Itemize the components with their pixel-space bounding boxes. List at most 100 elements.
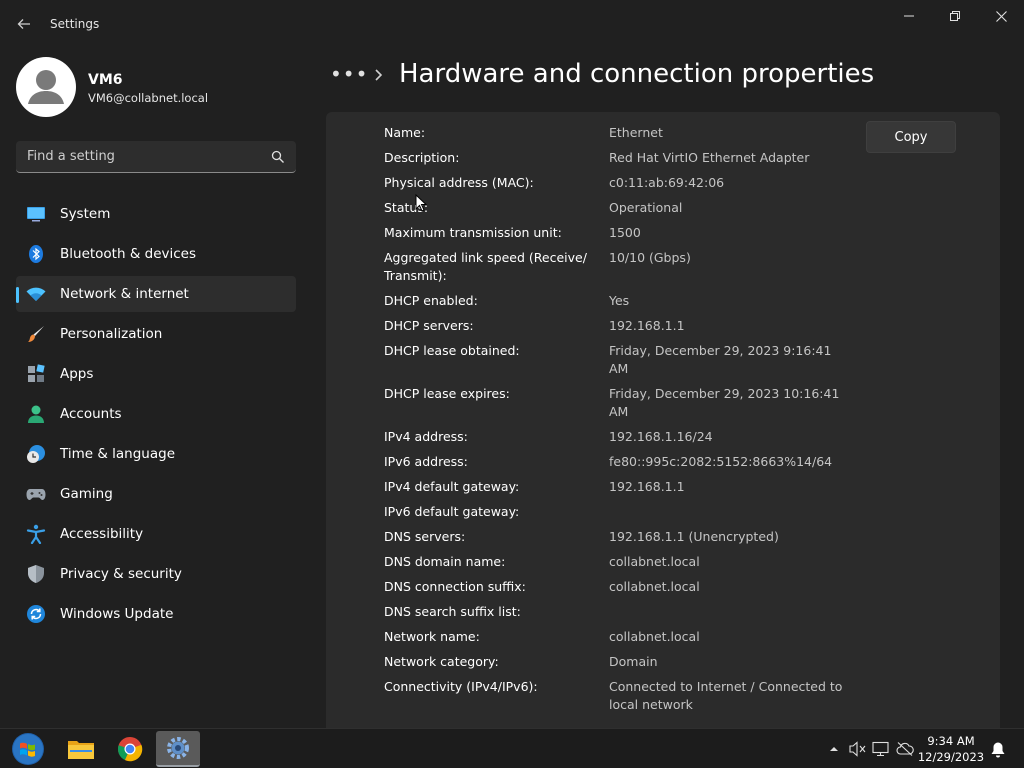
- property-value: 192.168.1.1: [609, 479, 685, 494]
- property-row: Network category: Domain: [384, 653, 854, 671]
- property-key: Connectivity (IPv4/IPv6):: [384, 679, 538, 694]
- active-indicator: [16, 287, 19, 303]
- chevron-up-icon: [830, 747, 838, 751]
- search-icon[interactable]: [270, 149, 286, 165]
- bluetooth-icon: [29, 245, 43, 263]
- sidebar-item-apps[interactable]: Apps: [16, 356, 296, 392]
- sidebar-item-personalization[interactable]: Personalization: [16, 316, 296, 352]
- sidebar-item-bluetooth[interactable]: Bluetooth & devices: [16, 236, 296, 272]
- close-icon: [995, 10, 1007, 22]
- property-row: Status: Operational: [384, 199, 854, 217]
- user-silhouette-icon: [28, 70, 64, 104]
- sidebar-item-gaming[interactable]: Gaming: [16, 476, 296, 512]
- property-value: Domain: [609, 654, 658, 669]
- title-bar: Settings: [0, 0, 1024, 48]
- property-value: 192.168.1.1 (Unencrypted): [609, 529, 779, 544]
- property-key: DNS connection suffix:: [384, 579, 526, 594]
- sidebar-item-time-language[interactable]: Time & language: [16, 436, 296, 472]
- property-value: Yes: [609, 293, 630, 308]
- property-value: 192.168.1.1: [609, 318, 685, 333]
- start-button[interactable]: [6, 731, 50, 767]
- user-name: VM6: [88, 72, 123, 88]
- property-row: IPv6 default gateway:: [384, 503, 854, 521]
- close-button[interactable]: [978, 0, 1024, 32]
- sidebar-item-label: Network & internet: [60, 286, 189, 302]
- user-email: VM6@collabnet.local: [88, 91, 209, 105]
- clock-globe-icon: [27, 445, 45, 463]
- property-value: 1500: [609, 225, 641, 240]
- property-key: DNS servers:: [384, 529, 466, 544]
- sidebar-item-label: Personalization: [60, 326, 163, 342]
- restore-icon: [950, 11, 960, 21]
- property-value: Operational: [609, 200, 683, 215]
- settings-taskbar-button[interactable]: [156, 731, 200, 767]
- property-key: IPv6 default gateway:: [384, 504, 520, 519]
- property-key: DNS search suffix list:: [384, 604, 521, 619]
- settings-icon: [167, 737, 189, 759]
- property-value: fe80::995c:2082:5152:8663%14/64: [609, 454, 833, 469]
- property-value: collabnet.local: [609, 554, 700, 569]
- chrome-button[interactable]: [108, 731, 152, 767]
- volume-muted-icon: [849, 741, 866, 757]
- property-value: collabnet.local: [609, 629, 700, 644]
- avatar[interactable]: [16, 57, 76, 117]
- property-value: collabnet.local: [609, 579, 700, 594]
- minimize-button[interactable]: [886, 0, 932, 32]
- tray-overflow-button[interactable]: [825, 740, 843, 758]
- copy-button[interactable]: Copy: [866, 121, 956, 153]
- property-row: DHCP enabled: Yes: [384, 292, 854, 310]
- property-key: Name:: [384, 125, 426, 140]
- property-row: IPv6 address: fe80::995c:2082:5152:8663%1…: [384, 453, 854, 471]
- property-value: [609, 503, 849, 521]
- sidebar-nav: System Bluetooth & devices Network & int…: [16, 196, 296, 636]
- property-row: DHCP servers: 192.168.1.1: [384, 317, 854, 335]
- taskbar: 9:34 AM 12/29/2023: [0, 728, 1024, 768]
- sidebar-item-label: System: [60, 206, 111, 222]
- property-key: Maximum transmission unit:: [384, 225, 562, 240]
- property-value: Red Hat VirtIO Ethernet Adapter: [609, 150, 810, 165]
- back-button[interactable]: [10, 10, 38, 38]
- property-row: Connectivity (IPv4/IPv6): Connected to In…: [384, 678, 854, 714]
- search-input[interactable]: [16, 141, 261, 172]
- display-tray-button[interactable]: [872, 740, 890, 758]
- clock-time: 9:34 AM: [927, 734, 975, 748]
- property-row: Network name: collabnet.local: [384, 628, 854, 646]
- accessibility-icon: [26, 524, 46, 544]
- cloud-offline-icon: [896, 742, 914, 756]
- sidebar-item-network[interactable]: Network & internet: [16, 276, 296, 312]
- file-explorer-button[interactable]: [59, 731, 103, 767]
- sidebar-item-system[interactable]: System: [16, 196, 296, 232]
- property-key: DHCP enabled:: [384, 293, 478, 308]
- breadcrumb-more-button[interactable]: •••: [330, 60, 367, 88]
- property-row: Description: Red Hat VirtIO Ethernet Adap…: [384, 149, 854, 167]
- page-title: Hardware and connection properties: [399, 59, 875, 89]
- restore-button[interactable]: [932, 0, 978, 32]
- volume-tray-button[interactable]: [849, 740, 867, 758]
- sidebar-item-label: Accounts: [60, 406, 122, 422]
- property-key: Description:: [384, 150, 460, 165]
- sidebar-item-label: Time & language: [60, 446, 176, 462]
- property-key: DHCP lease obtained:: [384, 343, 520, 358]
- property-row: Maximum transmission unit: 1500: [384, 224, 854, 242]
- sidebar-item-privacy-security[interactable]: Privacy & security: [16, 556, 296, 592]
- minimize-icon: [904, 15, 914, 17]
- back-arrow-icon: [17, 19, 30, 29]
- notifications-button[interactable]: [989, 740, 1007, 758]
- property-row: Name: Ethernet: [384, 124, 854, 142]
- network-tray-button[interactable]: [896, 740, 914, 758]
- taskbar-clock[interactable]: 9:34 AM 12/29/2023: [916, 733, 986, 765]
- app-title: Settings: [50, 17, 100, 31]
- gamepad-icon: [26, 489, 46, 500]
- property-value: 10/10 (Gbps): [609, 250, 691, 265]
- mouse-cursor-icon: [415, 194, 427, 212]
- property-row: DHCP lease obtained: Friday, December 29,…: [384, 342, 854, 378]
- brush-icon: [28, 326, 44, 342]
- sidebar-item-accounts[interactable]: Accounts: [16, 396, 296, 432]
- property-value: [609, 603, 849, 621]
- property-key: DHCP lease expires:: [384, 386, 510, 401]
- property-key: Physical address (MAC):: [384, 175, 534, 190]
- sidebar-item-accessibility[interactable]: Accessibility: [16, 516, 296, 552]
- sidebar-item-windows-update[interactable]: Windows Update: [16, 596, 296, 632]
- sidebar-item-label: Privacy & security: [60, 566, 182, 582]
- sidebar-item-label: Accessibility: [60, 526, 144, 542]
